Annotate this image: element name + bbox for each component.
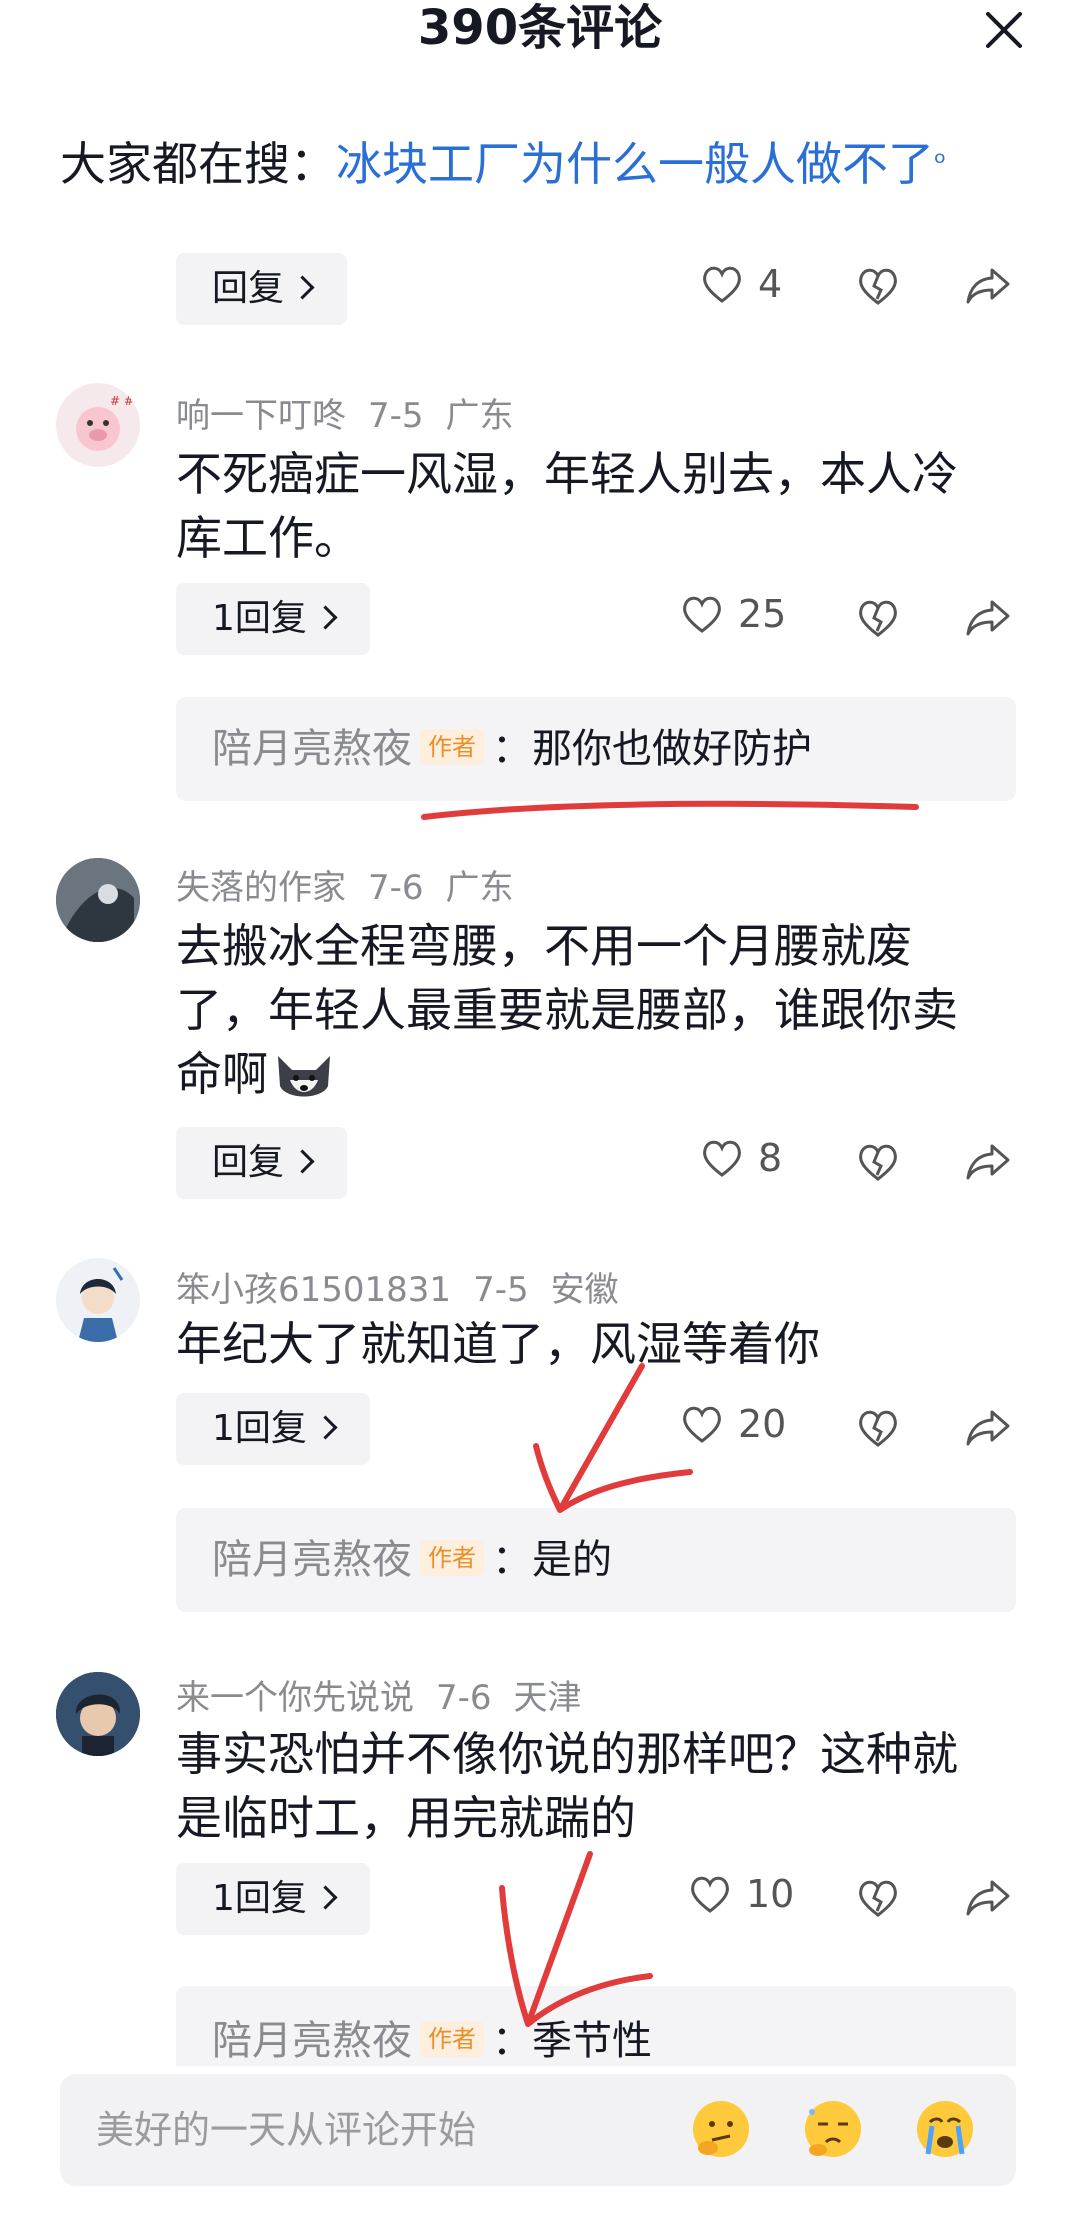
- emoji-thinking-icon[interactable]: [688, 2096, 754, 2162]
- comment-meta: 笨小孩61501831 7-5 安徽: [176, 1262, 641, 1311]
- share-icon[interactable]: [964, 266, 1012, 306]
- like-button[interactable]: 8: [700, 1136, 782, 1180]
- comment-text: 不死癌症一风湿，年轻人别去，本人冷 库工作。: [176, 447, 958, 565]
- reply-button[interactable]: 回复: [176, 1127, 348, 1199]
- region: 安徽: [550, 1270, 619, 1310]
- chevron-right-icon: [313, 1884, 338, 1910]
- chevron-right-icon: [313, 1414, 338, 1440]
- comment-input[interactable]: 美好的一天从评论开始: [96, 2074, 476, 2186]
- author-reply[interactable]: 陪月亮熬夜 作者 ：那你也做好防护: [176, 697, 1016, 801]
- broken-heart-icon[interactable]: [856, 1878, 900, 1918]
- date: 7-6: [436, 1678, 492, 1718]
- username: 失落的作家: [176, 868, 346, 908]
- share-icon[interactable]: [964, 1408, 1012, 1448]
- search-query-link[interactable]: 冰块工厂为什么一般人做不了: [336, 137, 934, 191]
- search-prefix: 大家都在搜：: [60, 137, 336, 191]
- username: 响一下叮咚: [176, 396, 346, 436]
- red-arrow-annotation: [533, 1363, 693, 1513]
- svg-text:# #: # #: [110, 394, 134, 408]
- like-count: 4: [758, 262, 783, 306]
- date: 7-5: [368, 396, 424, 436]
- share-icon[interactable]: [964, 598, 1012, 638]
- share-icon[interactable]: [964, 1878, 1012, 1918]
- comment-text: 去搬冰全程弯腰，不用一个月腰就废 了，年轻人最重要就是腰部，谁跟你卖 命啊: [176, 914, 1036, 1106]
- page-title: 390条评论: [417, 0, 663, 56]
- chevron-right-icon: [290, 274, 315, 300]
- heart-icon: [703, 1140, 741, 1177]
- comment-meta: 失落的作家 7-6 广东: [176, 860, 536, 909]
- like-button[interactable]: 4: [700, 262, 782, 306]
- comment-meta: 来一个你先说说 7-6 天津: [176, 1670, 604, 1719]
- region: 广东: [445, 868, 514, 908]
- broken-heart-icon[interactable]: [856, 1142, 900, 1182]
- search-icon: ᵒ: [934, 146, 947, 181]
- reply-text: ：那你也做好防护: [492, 726, 812, 772]
- like-button[interactable]: 25: [680, 592, 786, 636]
- emoji-squint-icon[interactable]: [800, 2096, 866, 2162]
- reply-username: 陪月亮熬夜: [212, 726, 412, 772]
- reply-text: ：是的: [492, 1537, 612, 1583]
- region: 天津: [513, 1678, 582, 1718]
- date: 7-6: [368, 868, 424, 908]
- avatar[interactable]: [56, 1258, 140, 1342]
- like-button[interactable]: 10: [688, 1872, 794, 1916]
- username: 来一个你先说说: [176, 1678, 414, 1718]
- like-count: 25: [738, 592, 787, 636]
- reply-button[interactable]: 1回复: [176, 583, 370, 655]
- region: 广东: [445, 396, 514, 436]
- reply-username: 陪月亮熬夜: [212, 1537, 412, 1583]
- author-badge: 作者: [420, 1540, 484, 1576]
- reply-username: 陪月亮熬夜: [212, 2018, 412, 2064]
- emoji-crying-icon[interactable]: [912, 2096, 978, 2162]
- username: 笨小孩61501831: [176, 1270, 452, 1310]
- heart-icon: [691, 1876, 729, 1913]
- broken-heart-icon[interactable]: [856, 598, 900, 638]
- date: 7-5: [473, 1270, 529, 1310]
- share-icon[interactable]: [964, 1142, 1012, 1182]
- like-count: 10: [746, 1872, 795, 1916]
- avatar[interactable]: [56, 858, 140, 942]
- search-suggestion[interactable]: 大家都在搜：冰块工厂为什么一般人做不了ᵒ: [60, 128, 946, 200]
- comment-text: 事实恐怕并不像你说的那样吧？这种就 是临时工，用完就踹的: [176, 1727, 958, 1845]
- comment-input-bar[interactable]: 美好的一天从评论开始: [60, 2074, 1016, 2186]
- husky-emoji-icon: [278, 1055, 330, 1096]
- heart-icon: [703, 266, 741, 303]
- red-arrow-annotation: [499, 1851, 653, 2027]
- avatar[interactable]: [56, 1672, 140, 1756]
- reply-button[interactable]: 1回复: [176, 1393, 370, 1465]
- like-count: 8: [758, 1136, 783, 1180]
- broken-heart-icon[interactable]: [856, 266, 900, 306]
- author-badge: 作者: [420, 729, 484, 765]
- avatar[interactable]: # #: [56, 383, 140, 467]
- reply-button[interactable]: 回复: [176, 253, 348, 325]
- close-icon[interactable]: [980, 6, 1028, 54]
- reply-button[interactable]: 1回复: [176, 1863, 370, 1935]
- chevron-right-icon: [313, 604, 338, 630]
- author-badge: 作者: [420, 2021, 484, 2057]
- comment-meta: 响一下叮咚 7-5 广东: [176, 388, 536, 437]
- heart-icon: [683, 596, 721, 633]
- like-count: 20: [738, 1402, 787, 1446]
- chevron-right-icon: [290, 1148, 315, 1174]
- red-underline-annotation: [421, 800, 919, 820]
- broken-heart-icon[interactable]: [856, 1408, 900, 1448]
